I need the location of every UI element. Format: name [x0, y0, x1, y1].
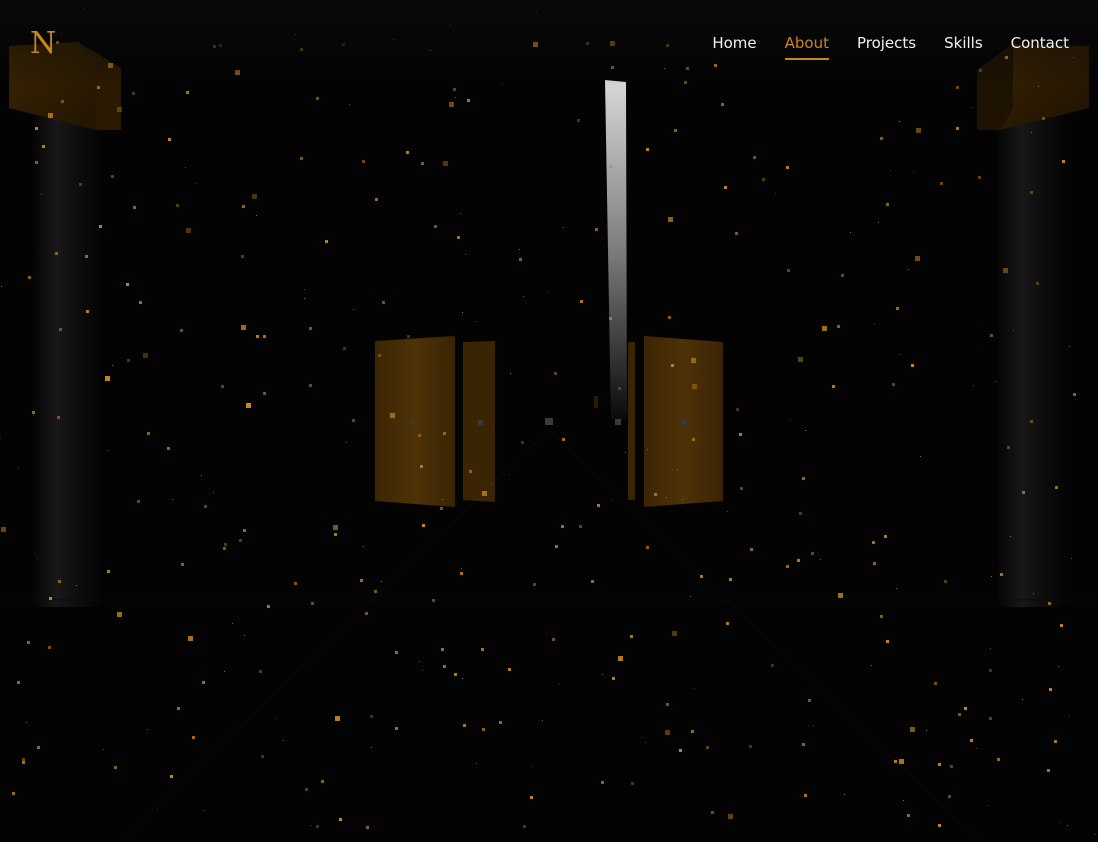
top-navigation-bar: N Home About Projects Skills Contact — [0, 0, 1098, 86]
left-door-panels — [375, 336, 495, 507]
site-logo[interactable]: N — [30, 26, 56, 62]
nav-link-contact[interactable]: Contact — [1011, 33, 1069, 60]
nav-link-skills[interactable]: Skills — [944, 33, 983, 60]
main-nav: Home About Projects Skills Contact — [684, 33, 1069, 60]
center-post — [594, 396, 598, 408]
nav-link-projects[interactable]: Projects — [857, 33, 916, 60]
hall-scene — [0, 0, 1098, 842]
nav-link-home[interactable]: Home — [712, 33, 756, 60]
nav-link-about[interactable]: About — [784, 33, 829, 60]
